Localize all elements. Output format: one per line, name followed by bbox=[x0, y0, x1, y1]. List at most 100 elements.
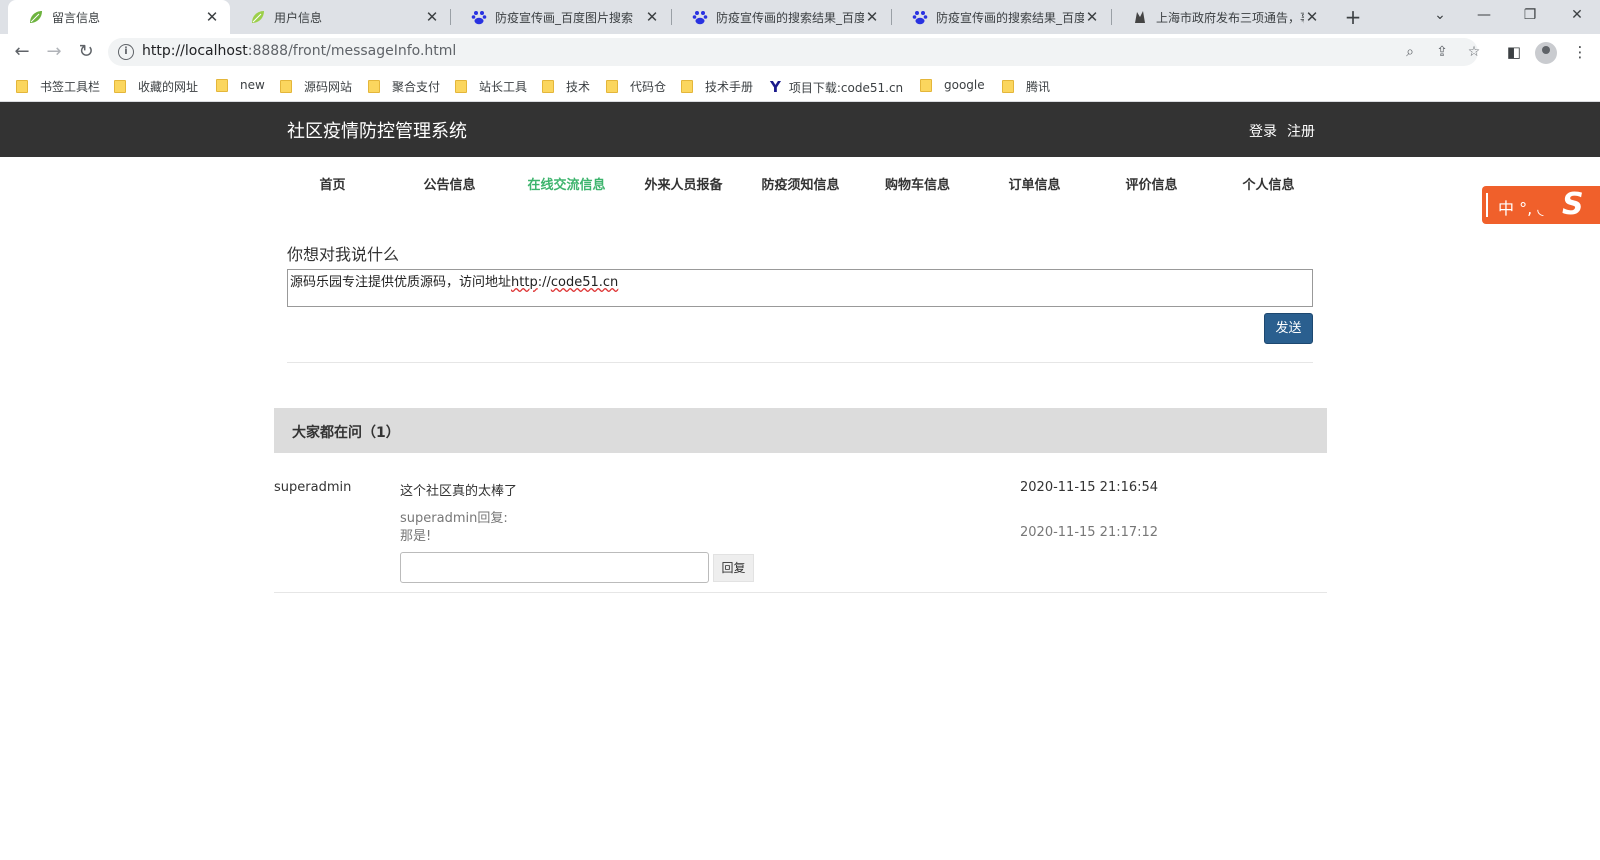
menu-kebab-icon[interactable]: ⋮ bbox=[1568, 40, 1592, 64]
bookmark-item[interactable]: 源码网站 bbox=[280, 78, 352, 95]
message-link-part: :// bbox=[537, 275, 551, 290]
reload-icon[interactable]: ↻ bbox=[74, 40, 98, 64]
site-title[interactable]: 社区疫情防控管理系统 bbox=[287, 117, 467, 143]
bookmark-item[interactable]: 聚合支付 bbox=[368, 78, 440, 95]
compose-label: 你想对我说什么 bbox=[287, 245, 400, 264]
reply-input[interactable] bbox=[400, 552, 709, 583]
forward-arrow-icon[interactable]: → bbox=[42, 40, 66, 64]
baidu-icon bbox=[471, 11, 487, 25]
bookmark-label: 代码仓 bbox=[630, 80, 667, 94]
login-link[interactable]: 登录 bbox=[1249, 121, 1277, 141]
share-icon[interactable]: ⇪ bbox=[1432, 42, 1452, 62]
tab-baidu-results-2[interactable]: 防疫宣传画的搜索结果_百度 ✕ bbox=[892, 0, 1110, 34]
nav-prevention-notice[interactable]: 防疫须知信息 bbox=[742, 174, 859, 193]
tab-user-info[interactable]: 用户信息 ✕ bbox=[230, 0, 450, 34]
message-text: 源码乐园专注提供优质源码，访问地址 bbox=[290, 275, 512, 290]
baidu-icon bbox=[912, 11, 928, 25]
tab-search-icon[interactable]: ⌄ bbox=[1418, 0, 1462, 30]
url-text[interactable]: http://localhost:8888/front/messageInfo.… bbox=[142, 43, 456, 59]
bookmark-item[interactable]: new bbox=[216, 78, 265, 92]
side-panel-icon[interactable]: ◧ bbox=[1502, 40, 1526, 64]
tab-title: 用户信息 bbox=[274, 10, 323, 25]
bookmark-item[interactable]: 技术手册 bbox=[681, 78, 753, 95]
tab-message-info[interactable]: 留言信息 ✕ bbox=[8, 0, 230, 34]
nav-home[interactable]: 首页 bbox=[274, 174, 391, 193]
restore-icon[interactable]: ❐ bbox=[1508, 0, 1552, 30]
register-link[interactable]: 注册 bbox=[1287, 121, 1315, 141]
folder-icon bbox=[216, 78, 228, 92]
gov-icon bbox=[1135, 11, 1145, 23]
close-icon[interactable]: ✕ bbox=[424, 8, 440, 26]
folder-icon bbox=[606, 80, 618, 93]
bookmark-label: 站长工具 bbox=[479, 80, 528, 94]
close-icon[interactable]: ✕ bbox=[864, 8, 880, 26]
bookmark-label: 技术手册 bbox=[705, 80, 754, 94]
message-time: 2020-11-15 21:16:54 bbox=[1020, 480, 1159, 495]
profile-avatar-icon[interactable] bbox=[1535, 42, 1557, 64]
nav-cart[interactable]: 购物车信息 bbox=[859, 174, 976, 193]
bookmark-item[interactable]: google bbox=[920, 78, 985, 92]
folder-icon bbox=[368, 80, 380, 93]
nav-visitor-report[interactable]: 外来人员报备 bbox=[625, 174, 742, 193]
bookmark-item[interactable]: 书签工具栏 bbox=[16, 78, 100, 95]
bookmark-item[interactable]: 代码仓 bbox=[606, 78, 666, 95]
folder-icon bbox=[16, 80, 28, 93]
y-logo-icon: Y bbox=[770, 78, 781, 96]
site-header: 社区疫情防控管理系统 登录 注册 bbox=[0, 102, 1600, 157]
bookmark-label: 收藏的网址 bbox=[138, 80, 199, 94]
send-button[interactable]: 发送 bbox=[1264, 313, 1313, 344]
reply-time: 2020-11-15 21:17:12 bbox=[1020, 525, 1159, 540]
back-arrow-icon[interactable]: ← bbox=[10, 40, 34, 64]
bookmark-item[interactable]: Y 项目下载:code51.cn bbox=[770, 78, 903, 96]
main-nav: 首页 公告信息 在线交流信息 外来人员报备 防疫须知信息 购物车信息 订单信息 … bbox=[0, 170, 1600, 200]
message-link-part: code51.cn bbox=[550, 275, 619, 290]
nav-reviews[interactable]: 评价信息 bbox=[1093, 174, 1210, 193]
close-icon[interactable]: ✕ bbox=[204, 8, 220, 26]
new-tab-button[interactable]: + bbox=[1340, 4, 1366, 30]
bookmark-label: 书签工具栏 bbox=[40, 80, 101, 94]
bookmark-label: google bbox=[944, 78, 985, 92]
ime-divider bbox=[1486, 193, 1488, 217]
tab-title: 留言信息 bbox=[52, 10, 101, 25]
bookmark-label: 聚合支付 bbox=[392, 80, 441, 94]
folder-icon bbox=[1002, 80, 1014, 93]
nav-orders[interactable]: 订单信息 bbox=[976, 174, 1093, 193]
folder-icon bbox=[280, 80, 292, 93]
reply-button[interactable]: 回复 bbox=[713, 554, 754, 582]
minimize-icon[interactable]: — bbox=[1462, 0, 1506, 30]
tab-title: 上海市政府发布三项通告，事 bbox=[1156, 10, 1304, 25]
divider bbox=[287, 362, 1313, 363]
reply-author: superadmin回复: bbox=[400, 511, 508, 526]
bookmarks-bar: 书签工具栏 收藏的网址 new 源码网站 聚合支付 站长工具 技术 代码仓 技术… bbox=[0, 70, 1600, 102]
nav-profile[interactable]: 个人信息 bbox=[1210, 174, 1327, 193]
tab-baidu-results-1[interactable]: 防疫宣传画的搜索结果_百度 ✕ bbox=[672, 0, 890, 34]
nav-announcements[interactable]: 公告信息 bbox=[391, 174, 508, 193]
bookmark-item[interactable]: 技术 bbox=[542, 78, 590, 95]
message-textarea[interactable]: 源码乐园专注提供优质源码，访问地址http://code51.cn bbox=[287, 269, 1313, 307]
bookmark-label: 源码网站 bbox=[304, 80, 353, 94]
ime-mode-text[interactable]: 中 °, ◟ bbox=[1498, 195, 1543, 219]
ime-toolbar[interactable]: 中 °, ◟ S bbox=[1482, 186, 1600, 224]
close-icon[interactable]: ✕ bbox=[1084, 8, 1100, 26]
leaf-icon bbox=[30, 11, 42, 23]
star-icon[interactable]: ☆ bbox=[1464, 42, 1484, 62]
close-icon[interactable]: ✕ bbox=[644, 8, 660, 26]
tab-title: 防疫宣传画_百度图片搜索 bbox=[495, 10, 634, 25]
info-icon[interactable]: i bbox=[118, 44, 134, 60]
bookmark-label: new bbox=[240, 78, 265, 92]
divider bbox=[274, 592, 1327, 593]
address-bar[interactable]: i http://localhost:8888/front/messageInf… bbox=[108, 38, 1480, 66]
nav-online-chat[interactable]: 在线交流信息 bbox=[508, 174, 625, 193]
tab-baidu-images[interactable]: 防疫宣传画_百度图片搜索 ✕ bbox=[451, 0, 670, 34]
bookmark-item[interactable]: 收藏的网址 bbox=[114, 78, 198, 95]
close-icon[interactable]: ✕ bbox=[1304, 8, 1320, 26]
message-link-part: http bbox=[511, 275, 538, 290]
browser-tab-bar: 留言信息 ✕ 用户信息 ✕ 防疫宣传画_百度图片搜索 ✕ 防疫宣传画的搜索结果_… bbox=[0, 0, 1600, 34]
folder-icon bbox=[114, 80, 126, 93]
zoom-icon[interactable]: ⌕ bbox=[1400, 42, 1420, 62]
tab-shanghai-gov[interactable]: 上海市政府发布三项通告，事 ✕ bbox=[1112, 0, 1330, 34]
bookmark-item[interactable]: 腾讯 bbox=[1002, 78, 1050, 95]
bookmark-item[interactable]: 站长工具 bbox=[455, 78, 527, 95]
window-close-icon[interactable]: ✕ bbox=[1555, 0, 1599, 30]
sogou-s-icon[interactable]: S bbox=[1562, 187, 1584, 222]
